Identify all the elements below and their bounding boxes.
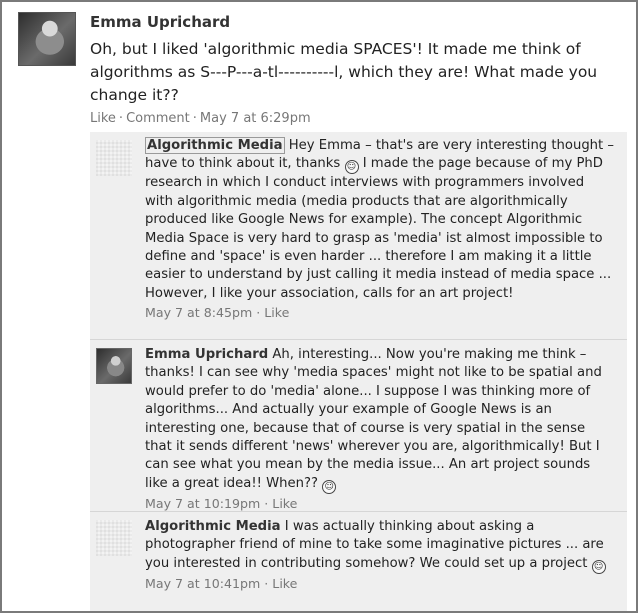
comment-item: Algorithmic Media I was actually thinkin… <box>90 511 627 611</box>
comment-body: Algorithmic Media I was actually thinkin… <box>145 518 615 593</box>
post-like-link[interactable]: Like <box>90 111 116 126</box>
comment-meta: May 7 at 8:45pm · Like <box>145 304 615 322</box>
comment-item: Emma Uprichard Ah, interesting... Now yo… <box>90 339 627 511</box>
separator: · <box>252 305 265 321</box>
comment-author[interactable]: Algorithmic Media <box>145 137 285 154</box>
post-timestamp[interactable]: May 7 at 6:29pm <box>200 111 311 126</box>
comment-like-link[interactable]: Like <box>272 496 297 511</box>
comment-body: Emma Uprichard Ah, interesting... Now yo… <box>145 346 615 513</box>
post-author-avatar[interactable] <box>18 12 76 66</box>
facebook-thread: Emma Uprichard Oh, but I liked 'algorith… <box>0 0 638 613</box>
commenter-avatar[interactable] <box>96 348 132 384</box>
comment-like-link[interactable]: Like <box>272 576 297 591</box>
separator: · <box>260 575 273 591</box>
post-meta: Like · Comment · May 7 at 6:29pm <box>90 111 311 126</box>
commenter-avatar[interactable] <box>96 520 132 556</box>
smiley-icon: ☺ <box>591 559 606 574</box>
separator: · <box>192 111 197 126</box>
commenter-avatar[interactable] <box>96 140 132 176</box>
comment-item: Algorithmic Media Hey Emma – that's are … <box>90 132 627 337</box>
smiley-icon: ☺ <box>344 160 359 175</box>
comment-author[interactable]: Algorithmic Media <box>145 519 281 534</box>
comment-timestamp[interactable]: May 7 at 10:41pm <box>145 576 260 591</box>
comment-body: Algorithmic Media Hey Emma – that's are … <box>145 137 615 323</box>
comment-like-link[interactable]: Like <box>264 305 289 320</box>
comment-meta: May 7 at 10:41pm · Like <box>145 575 615 593</box>
comment-timestamp[interactable]: May 7 at 8:45pm <box>145 305 252 320</box>
comment-text: Ah, interesting... Now you're making me … <box>145 347 602 491</box>
comment-timestamp[interactable]: May 7 at 10:19pm <box>145 496 260 511</box>
comment-list: Algorithmic Media Hey Emma – that's are … <box>90 132 627 611</box>
separator: · <box>118 111 124 126</box>
smiley-icon: ☺ <box>322 479 337 494</box>
post-author-name[interactable]: Emma Uprichard <box>90 13 230 31</box>
comment-text-continued: I made the page because of my PhD resear… <box>145 156 612 301</box>
comment-author[interactable]: Emma Uprichard <box>145 347 268 362</box>
post-comment-link[interactable]: Comment <box>126 111 190 126</box>
separator: · <box>260 495 273 511</box>
post-text: Oh, but I liked 'algorithmic media SPACE… <box>90 40 598 104</box>
